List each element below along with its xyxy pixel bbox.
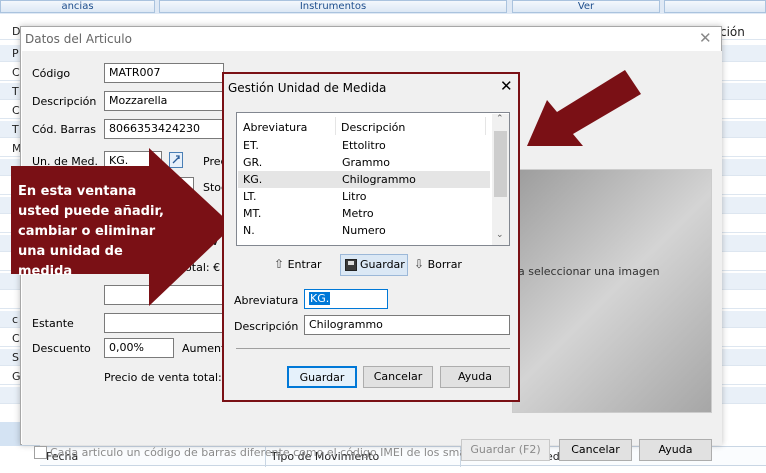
descuento-label: Descuento <box>32 342 91 355</box>
list-item-desc: Grammo <box>342 156 390 169</box>
list-item-selected[interactable]: KG. Chilogrammo <box>238 171 490 188</box>
row-letter: c <box>12 313 19 326</box>
arrow-down-icon: ⇩ <box>414 257 425 271</box>
dialog-ayuda-button[interactable]: Ayuda <box>440 366 510 388</box>
cancelar-button[interactable]: Cancelar <box>559 439 632 461</box>
ayuda-button[interactable]: Ayuda <box>639 439 712 461</box>
chevron-down-icon[interactable]: ⌄ <box>496 230 504 240</box>
list-header-desc[interactable]: Descripción <box>341 121 405 134</box>
save-icon-shutter <box>348 261 354 265</box>
imei-checkbox-label: Cada articulo un código de barras difere… <box>50 446 516 459</box>
codigo-input[interactable]: MATR007 <box>104 63 224 83</box>
descuento-input[interactable]: 0,00% <box>104 338 174 358</box>
row-letter: C <box>12 332 20 345</box>
close-icon[interactable]: ✕ <box>500 77 513 95</box>
row-letter: C <box>12 104 20 117</box>
list-item[interactable]: N. Numero <box>238 222 490 239</box>
unit-dialog-title: Gestión Unidad de Medida <box>228 81 387 95</box>
abbr-input[interactable]: KG. <box>304 289 388 309</box>
entrar-label: Entrar <box>287 258 322 271</box>
list-header-abbr[interactable]: Abreviatura <box>243 121 307 134</box>
annotation-text: En esta ventana usted puede añadir, camb… <box>18 184 164 279</box>
list-item[interactable]: ET. Ettolitro <box>238 137 490 154</box>
list-item-desc: Chilogrammo <box>342 173 416 186</box>
list-item-desc: Ettolitro <box>342 139 386 152</box>
descripcion-input[interactable]: Mozzarella <box>104 91 224 111</box>
unit-list[interactable]: Abreviatura Descripción ET. Ettolitro GR.… <box>236 112 510 246</box>
divider <box>236 348 510 349</box>
row-letter: C <box>12 66 20 79</box>
article-window-titlebar: Datos del Articulo ✕ <box>21 27 721 51</box>
image-drop-area[interactable] <box>512 169 712 413</box>
abbr-input-value: KG. <box>309 292 331 305</box>
image-hint-text: a seleccionar una imagen <box>518 265 660 278</box>
entrar-button[interactable]: ⇧ Entrar <box>274 254 322 276</box>
list-item-abbr: GR. <box>243 156 263 169</box>
annotation-arrow-pointer <box>527 70 641 146</box>
borrar-button[interactable]: ⇩ Borrar <box>414 254 462 276</box>
row-letter: S <box>12 351 19 364</box>
dialog-cancelar-button[interactable]: Cancelar <box>363 366 433 388</box>
close-icon[interactable]: ✕ <box>699 29 712 47</box>
list-item[interactable]: GR. Grammo <box>238 154 490 171</box>
row-letter: T <box>12 85 19 98</box>
list-item[interactable]: MT. Metro <box>238 205 490 222</box>
imei-checkbox[interactable] <box>34 446 47 459</box>
menu-tab-extra[interactable] <box>664 0 766 13</box>
dialog-guardar-button[interactable]: Guardar <box>287 366 357 388</box>
desc-field-label: Descripción <box>234 320 299 333</box>
menu-tab-ancias[interactable]: ancias <box>0 0 155 13</box>
codigo-label: Código <box>32 67 71 80</box>
guardar-toolbar-button[interactable]: Guardar <box>340 254 408 276</box>
guardar-button[interactable]: Guardar (F2) <box>461 439 550 461</box>
scrollbar-thumb[interactable] <box>494 131 507 197</box>
column-separator <box>485 117 486 135</box>
list-item-desc: Numero <box>342 224 386 237</box>
guardar-toolbar-label: Guardar <box>360 258 405 271</box>
cod-barras-label: Cód. Barras <box>32 123 96 136</box>
list-item-desc: Litro <box>342 190 367 203</box>
abbr-field-label: Abreviatura <box>234 294 299 307</box>
list-scrollbar[interactable]: ⌃ ⌄ <box>492 114 509 245</box>
row-letter: P <box>12 47 19 60</box>
list-item-abbr: MT. <box>243 207 262 220</box>
annotation-arrow-pointer-polygon <box>527 70 641 146</box>
unit-dialog: Gestión Unidad de Medida ✕ Abreviatura D… <box>222 72 520 402</box>
list-item[interactable]: LT. Litro <box>238 188 490 205</box>
menu-tab-ver[interactable]: Ver <box>512 0 660 13</box>
list-item-abbr: KG. <box>243 173 263 186</box>
list-item-abbr: ET. <box>243 139 259 152</box>
save-icon <box>345 259 357 271</box>
descripcion-label: Descripción <box>32 95 97 108</box>
list-item-desc: Metro <box>342 207 374 220</box>
borrar-label: Borrar <box>427 258 462 271</box>
arrow-up-icon: ⇧ <box>274 257 285 271</box>
list-item-abbr: LT. <box>243 190 257 203</box>
row-letter: T <box>12 123 19 136</box>
chevron-up-icon[interactable]: ⌃ <box>496 114 504 124</box>
desc-input[interactable]: Chilogrammo <box>304 315 510 335</box>
column-header-right: ción <box>720 25 745 39</box>
menu-bar: ancias Instrumentos Ver <box>0 0 766 14</box>
cod-barras-input[interactable]: 8066353424230 <box>104 119 224 139</box>
menu-tab-instrumentos[interactable]: Instrumentos <box>159 0 507 13</box>
precio-venta-label: Precio de venta total: € <box>104 371 233 384</box>
estante-input[interactable] <box>104 313 224 333</box>
list-item-abbr: N. <box>243 224 255 237</box>
column-separator <box>335 117 336 135</box>
article-window-title: Datos del Articulo <box>25 32 132 46</box>
estante-label: Estante <box>32 317 74 330</box>
